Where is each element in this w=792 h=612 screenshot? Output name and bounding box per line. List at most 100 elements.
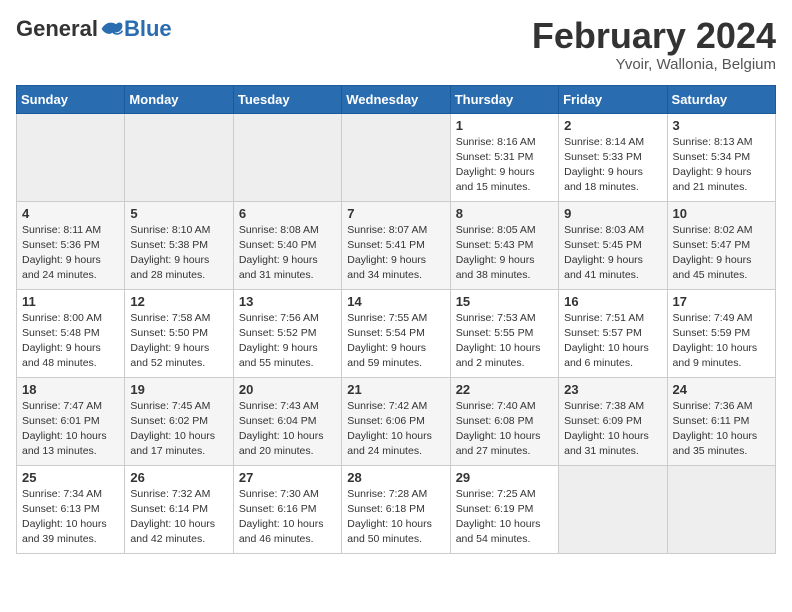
calendar-cell — [667, 465, 775, 553]
day-info: Sunrise: 8:14 AM Sunset: 5:33 PM Dayligh… — [564, 135, 661, 196]
day-number: 20 — [239, 382, 336, 397]
day-number: 18 — [22, 382, 119, 397]
logo: General Blue — [16, 16, 172, 42]
day-info: Sunrise: 8:00 AM Sunset: 5:48 PM Dayligh… — [22, 311, 119, 372]
day-info: Sunrise: 7:32 AM Sunset: 6:14 PM Dayligh… — [130, 487, 227, 548]
calendar-cell: 28 Sunrise: 7:28 AM Sunset: 6:18 PM Dayli… — [342, 465, 450, 553]
day-info: Sunrise: 7:28 AM Sunset: 6:18 PM Dayligh… — [347, 487, 444, 548]
day-number: 6 — [239, 206, 336, 221]
calendar-cell: 15 Sunrise: 7:53 AM Sunset: 5:55 PM Dayli… — [450, 289, 558, 377]
title-area: February 2024 Yvoir, Wallonia, Belgium — [532, 16, 776, 73]
logo-general: General — [16, 16, 98, 42]
day-number: 11 — [22, 294, 119, 309]
calendar-cell: 17 Sunrise: 7:49 AM Sunset: 5:59 PM Dayli… — [667, 289, 775, 377]
day-number: 1 — [456, 118, 553, 133]
day-info: Sunrise: 7:53 AM Sunset: 5:55 PM Dayligh… — [456, 311, 553, 372]
calendar-cell: 7Sunrise: 8:07 AM Sunset: 5:41 PM Daylig… — [342, 201, 450, 289]
day-number: 2 — [564, 118, 661, 133]
day-number: 13 — [239, 294, 336, 309]
calendar-cell: 4 Sunrise: 8:11 AM Sunset: 5:36 PM Daylig… — [17, 201, 125, 289]
weekday-header-sunday: Sunday — [17, 85, 125, 113]
calendar-week-1: 1 Sunrise: 8:16 AM Sunset: 5:31 PM Daylig… — [17, 113, 776, 201]
calendar-week-3: 11 Sunrise: 8:00 AM Sunset: 5:48 PM Dayli… — [17, 289, 776, 377]
day-info: Sunrise: 8:08 AM Sunset: 5:40 PM Dayligh… — [239, 223, 336, 284]
weekday-header-friday: Friday — [559, 85, 667, 113]
calendar-cell: 6 Sunrise: 8:08 AM Sunset: 5:40 PM Daylig… — [233, 201, 341, 289]
calendar-cell: 10 Sunrise: 8:02 AM Sunset: 5:47 PM Dayli… — [667, 201, 775, 289]
day-info: Sunrise: 7:55 AM Sunset: 5:54 PM Dayligh… — [347, 311, 444, 372]
calendar-cell: 16 Sunrise: 7:51 AM Sunset: 5:57 PM Dayli… — [559, 289, 667, 377]
day-number: 5 — [130, 206, 227, 221]
weekday-header-thursday: Thursday — [450, 85, 558, 113]
calendar-cell: 27 Sunrise: 7:30 AM Sunset: 6:16 PM Dayli… — [233, 465, 341, 553]
logo-blue: Blue — [124, 16, 172, 42]
day-number: 14 — [347, 294, 444, 309]
day-info: Sunrise: 7:51 AM Sunset: 5:57 PM Dayligh… — [564, 311, 661, 372]
calendar-cell — [17, 113, 125, 201]
weekday-header-monday: Monday — [125, 85, 233, 113]
weekday-header-wednesday: Wednesday — [342, 85, 450, 113]
calendar-cell: 22 Sunrise: 7:40 AM Sunset: 6:08 PM Dayli… — [450, 377, 558, 465]
day-info: Sunrise: 7:42 AM Sunset: 6:06 PM Dayligh… — [347, 399, 444, 460]
day-number: 16 — [564, 294, 661, 309]
weekday-header-tuesday: Tuesday — [233, 85, 341, 113]
calendar-cell: 13 Sunrise: 7:56 AM Sunset: 5:52 PM Dayli… — [233, 289, 341, 377]
day-number: 19 — [130, 382, 227, 397]
day-info: Sunrise: 7:25 AM Sunset: 6:19 PM Dayligh… — [456, 487, 553, 548]
day-info: Sunrise: 7:30 AM Sunset: 6:16 PM Dayligh… — [239, 487, 336, 548]
calendar-week-5: 25 Sunrise: 7:34 AM Sunset: 6:13 PM Dayli… — [17, 465, 776, 553]
day-number: 9 — [564, 206, 661, 221]
calendar-cell: 14 Sunrise: 7:55 AM Sunset: 5:54 PM Dayli… — [342, 289, 450, 377]
day-number: 10 — [673, 206, 770, 221]
calendar-week-2: 4 Sunrise: 8:11 AM Sunset: 5:36 PM Daylig… — [17, 201, 776, 289]
calendar-cell — [125, 113, 233, 201]
day-info: Sunrise: 7:34 AM Sunset: 6:13 PM Dayligh… — [22, 487, 119, 548]
day-info: Sunrise: 7:43 AM Sunset: 6:04 PM Dayligh… — [239, 399, 336, 460]
logo-bird-icon — [100, 19, 124, 39]
day-number: 24 — [673, 382, 770, 397]
day-info: Sunrise: 8:03 AM Sunset: 5:45 PM Dayligh… — [564, 223, 661, 284]
day-number: 27 — [239, 470, 336, 485]
calendar-table: SundayMondayTuesdayWednesdayThursdayFrid… — [16, 85, 776, 554]
calendar-cell: 24 Sunrise: 7:36 AM Sunset: 6:11 PM Dayli… — [667, 377, 775, 465]
calendar-cell: 20 Sunrise: 7:43 AM Sunset: 6:04 PM Dayli… — [233, 377, 341, 465]
day-number: 26 — [130, 470, 227, 485]
day-number: 12 — [130, 294, 227, 309]
calendar-week-4: 18Sunrise: 7:47 AM Sunset: 6:01 PM Dayli… — [17, 377, 776, 465]
day-info: Sunrise: 8:02 AM Sunset: 5:47 PM Dayligh… — [673, 223, 770, 284]
calendar-cell: 1 Sunrise: 8:16 AM Sunset: 5:31 PM Daylig… — [450, 113, 558, 201]
calendar-cell: 25 Sunrise: 7:34 AM Sunset: 6:13 PM Dayli… — [17, 465, 125, 553]
day-info: Sunrise: 7:56 AM Sunset: 5:52 PM Dayligh… — [239, 311, 336, 372]
calendar-cell: 11 Sunrise: 8:00 AM Sunset: 5:48 PM Dayli… — [17, 289, 125, 377]
day-number: 21 — [347, 382, 444, 397]
day-number: 15 — [456, 294, 553, 309]
calendar-cell: 2 Sunrise: 8:14 AM Sunset: 5:33 PM Daylig… — [559, 113, 667, 201]
calendar-cell: 18Sunrise: 7:47 AM Sunset: 6:01 PM Dayli… — [17, 377, 125, 465]
calendar-header-row: SundayMondayTuesdayWednesdayThursdayFrid… — [17, 85, 776, 113]
day-number: 28 — [347, 470, 444, 485]
day-info: Sunrise: 8:13 AM Sunset: 5:34 PM Dayligh… — [673, 135, 770, 196]
day-info: Sunrise: 8:16 AM Sunset: 5:31 PM Dayligh… — [456, 135, 553, 196]
calendar-cell: 8Sunrise: 8:05 AM Sunset: 5:43 PM Daylig… — [450, 201, 558, 289]
calendar-cell — [559, 465, 667, 553]
day-number: 25 — [22, 470, 119, 485]
day-number: 17 — [673, 294, 770, 309]
calendar-cell: 3 Sunrise: 8:13 AM Sunset: 5:34 PM Daylig… — [667, 113, 775, 201]
calendar-cell: 23Sunrise: 7:38 AM Sunset: 6:09 PM Dayli… — [559, 377, 667, 465]
day-info: Sunrise: 8:11 AM Sunset: 5:36 PM Dayligh… — [22, 223, 119, 284]
weekday-header-saturday: Saturday — [667, 85, 775, 113]
day-number: 23 — [564, 382, 661, 397]
day-info: Sunrise: 7:58 AM Sunset: 5:50 PM Dayligh… — [130, 311, 227, 372]
day-info: Sunrise: 7:36 AM Sunset: 6:11 PM Dayligh… — [673, 399, 770, 460]
month-title: February 2024 — [532, 16, 776, 56]
day-number: 3 — [673, 118, 770, 133]
day-number: 22 — [456, 382, 553, 397]
day-info: Sunrise: 7:40 AM Sunset: 6:08 PM Dayligh… — [456, 399, 553, 460]
page-header: General Blue February 2024 Yvoir, Wallon… — [16, 16, 776, 73]
calendar-cell — [342, 113, 450, 201]
day-info: Sunrise: 7:49 AM Sunset: 5:59 PM Dayligh… — [673, 311, 770, 372]
day-info: Sunrise: 8:07 AM Sunset: 5:41 PM Dayligh… — [347, 223, 444, 284]
day-number: 4 — [22, 206, 119, 221]
calendar-cell: 26 Sunrise: 7:32 AM Sunset: 6:14 PM Dayli… — [125, 465, 233, 553]
day-info: Sunrise: 7:45 AM Sunset: 6:02 PM Dayligh… — [130, 399, 227, 460]
